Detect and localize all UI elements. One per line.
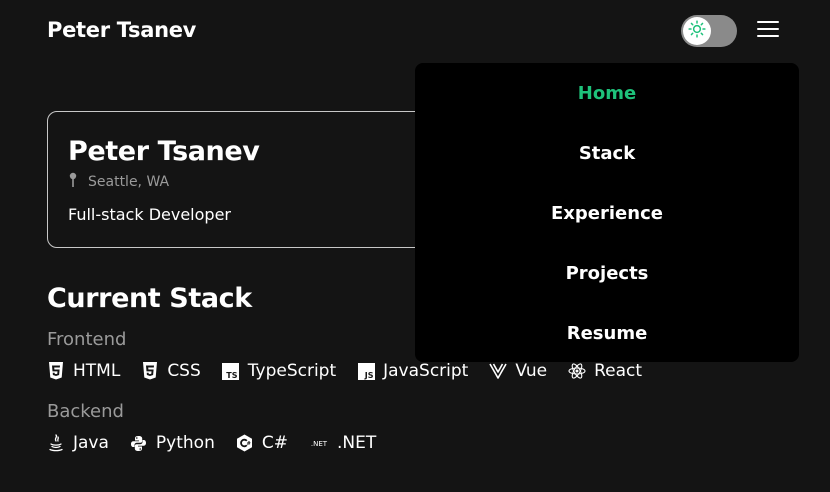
nav-item-projects[interactable]: Projects	[415, 263, 799, 284]
nav-item-experience[interactable]: Experience	[415, 203, 799, 224]
tech-label: React	[594, 361, 642, 381]
tech-label: Vue	[515, 361, 548, 381]
hamburger-icon	[756, 19, 780, 43]
tech-item-python: Python	[130, 433, 215, 453]
nav-item-home[interactable]: Home	[415, 83, 799, 104]
toggle-knob	[683, 17, 711, 45]
tech-label: C#	[261, 433, 288, 453]
tech-item-css: CSS	[141, 361, 201, 381]
nav-dropdown: Home Stack Experience Projects Resume	[415, 63, 799, 362]
typescript-icon: TS	[222, 362, 240, 380]
tech-item-csharp: # C#	[236, 433, 288, 453]
react-icon	[568, 362, 586, 380]
tech-item-react: React	[568, 361, 642, 381]
tech-label: Java	[73, 433, 109, 453]
theme-toggle[interactable]	[681, 15, 737, 47]
page: Peter Tsanev Peter Tsanev Seattle, WA Fu…	[0, 0, 830, 492]
vue-icon	[489, 362, 508, 380]
javascript-icon: JS	[357, 362, 375, 380]
sun-icon	[688, 20, 706, 42]
tech-label: Python	[155, 433, 215, 453]
tech-label: HTML	[73, 361, 121, 381]
map-pin-icon	[68, 172, 78, 192]
tech-label: TypeScript	[247, 361, 337, 381]
stack-heading: Current Stack	[47, 283, 252, 314]
location-text: Seattle, WA	[88, 174, 170, 190]
profile-name: Peter Tsanev	[68, 136, 260, 167]
profile-role: Full-stack Developer	[68, 205, 231, 224]
profile-location: Seattle, WA	[68, 172, 169, 192]
tech-item-html: HTML	[47, 361, 120, 381]
python-icon	[130, 434, 148, 452]
menu-button[interactable]	[752, 16, 784, 46]
tech-item-typescript: TS TypeScript	[222, 361, 336, 381]
java-icon	[47, 434, 65, 452]
tech-item-dotnet: .NET .NET	[309, 433, 376, 453]
svg-text:TS: TS	[227, 371, 238, 380]
tech-label: .NET	[336, 433, 377, 453]
svg-text:.NET: .NET	[311, 440, 328, 448]
backend-tech-list: Java Python # C# .NET .NET	[47, 433, 376, 453]
svg-text:JS: JS	[363, 371, 373, 380]
nav-item-stack[interactable]: Stack	[415, 143, 799, 164]
tech-label: JavaScript	[383, 361, 469, 381]
frontend-label: Frontend	[47, 329, 127, 350]
html5-icon	[47, 362, 65, 380]
tech-item-vue: Vue	[489, 361, 547, 381]
dotnet-icon: .NET	[309, 434, 329, 452]
nav-item-resume[interactable]: Resume	[415, 323, 799, 344]
svg-text:#: #	[247, 441, 251, 447]
tech-label: CSS	[167, 361, 201, 381]
frontend-tech-list: HTML CSS TS TypeScript JS JavaScript Vue…	[47, 361, 642, 381]
backend-label: Backend	[47, 401, 124, 422]
csharp-icon: #	[236, 434, 254, 452]
tech-item-java: Java	[47, 433, 109, 453]
css3-icon	[141, 362, 159, 380]
site-title[interactable]: Peter Tsanev	[47, 18, 196, 42]
tech-item-javascript: JS JavaScript	[357, 361, 468, 381]
profile-card: Peter Tsanev Seattle, WA Full-stack Deve…	[47, 111, 467, 248]
